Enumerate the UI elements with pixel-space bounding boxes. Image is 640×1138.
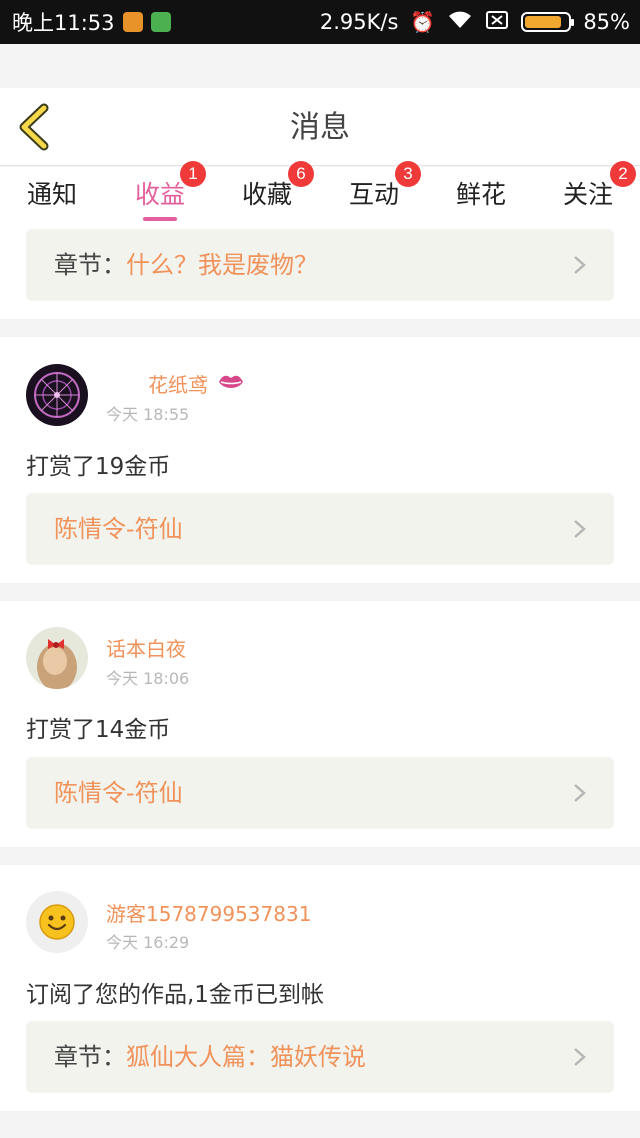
battery-percent: 85% [583, 10, 630, 34]
tab-label: 收益 [134, 180, 185, 209]
message-action: 打赏了14金币 [26, 717, 171, 743]
message-time: 今天 18:06 [106, 669, 190, 688]
tab-label: 通知 [26, 180, 77, 209]
girl-avatar-image [26, 627, 88, 689]
chapter-link[interactable]: 章节：什么？我是废物？ [26, 229, 614, 301]
status-time: 晚上11:53 [12, 11, 115, 35]
chevron-right-icon [574, 784, 586, 802]
work-link[interactable]: 陈情令-符仙 [26, 757, 614, 829]
tab-label: 关注 [562, 180, 613, 209]
username[interactable]: 话本白夜 [106, 633, 186, 662]
no-sim-icon [485, 10, 509, 35]
tab-active-indicator [143, 217, 177, 221]
smiley-avatar-image [39, 904, 75, 940]
username[interactable]: 花纸鸢 [148, 369, 208, 398]
network-speed: 2.95K/s [319, 10, 399, 34]
avatar[interactable] [26, 627, 88, 689]
tab-label: 互动 [348, 180, 399, 209]
tab-follow[interactable]: 关注 2 [538, 161, 638, 227]
android-notification-icon [150, 12, 171, 32]
work-title: 陈情令-符仙 [54, 779, 183, 807]
chevron-right-icon [574, 256, 586, 274]
tab-flowers[interactable]: 鲜花 [431, 167, 531, 227]
tab-notice[interactable]: 通知 [2, 167, 102, 227]
avatar[interactable] [26, 891, 88, 953]
app-notification-icon [122, 12, 143, 32]
app-header: 消息 [0, 88, 640, 166]
ferris-wheel-avatar-image [26, 364, 88, 426]
message-action: 订阅了您的作品,1金币已到帐 [26, 982, 324, 1008]
username[interactable]: 游客1578799537831 [106, 898, 311, 927]
status-bar: 晚上11:53 2.95K/s ⏰ 85% [0, 0, 640, 44]
message-time: 今天 18:55 [106, 405, 190, 424]
tab-badge: 2 [610, 161, 636, 187]
work-link-text: 陈情令-符仙 [54, 757, 183, 829]
message-card: 章节：什么？我是废物？ [0, 227, 640, 319]
tab-label: 鲜花 [455, 180, 506, 209]
avatar[interactable] [26, 364, 88, 426]
tab-badge: 3 [395, 161, 421, 187]
tab-label: 收藏 [241, 180, 292, 209]
chevron-right-icon [574, 520, 586, 538]
tab-bar: 通知 收益 1 收藏 6 互动 3 鲜花 关注 2 [0, 161, 640, 227]
work-link-text: 陈情令-符仙 [54, 493, 183, 565]
alarm-icon: ⏰ [410, 10, 436, 34]
message-time: 今天 16:29 [106, 933, 190, 952]
chapter-title: 什么？我是废物？ [126, 251, 318, 279]
chapter-link-text: 章节：狐仙大人篇：猫妖传说 [54, 1021, 366, 1093]
tab-earnings[interactable]: 收益 1 [110, 161, 210, 227]
tab-badge: 6 [288, 161, 314, 187]
chapter-label: 章节： [54, 1043, 126, 1071]
lips-icon [219, 375, 243, 388]
wifi-icon [447, 10, 473, 35]
chevron-right-icon [574, 1048, 586, 1066]
page-title: 消息 [290, 110, 350, 145]
chapter-title: 狐仙大人篇：猫妖传说 [126, 1043, 366, 1071]
message-card: 花纸鸢 今天 18:55 打赏了19金币 陈情令-符仙 [0, 337, 640, 583]
tab-interaction[interactable]: 互动 3 [324, 161, 424, 227]
battery-icon [521, 12, 575, 32]
work-link[interactable]: 陈情令-符仙 [26, 493, 614, 565]
tab-favorites[interactable]: 收藏 6 [217, 161, 317, 227]
tab-badge: 1 [180, 161, 206, 187]
chapter-label: 章节： [54, 251, 126, 279]
chapter-link[interactable]: 章节：狐仙大人篇：猫妖传说 [26, 1021, 614, 1093]
work-title: 陈情令-符仙 [54, 515, 183, 543]
message-action: 打赏了19金币 [26, 454, 171, 480]
battery-fill [525, 16, 561, 28]
message-card: 话本白夜 今天 18:06 打赏了14金币 陈情令-符仙 [0, 601, 640, 847]
chapter-link-text: 章节：什么？我是废物？ [54, 229, 318, 301]
message-card: 游客1578799537831 今天 16:29 订阅了您的作品,1金币已到帐 … [0, 865, 640, 1111]
